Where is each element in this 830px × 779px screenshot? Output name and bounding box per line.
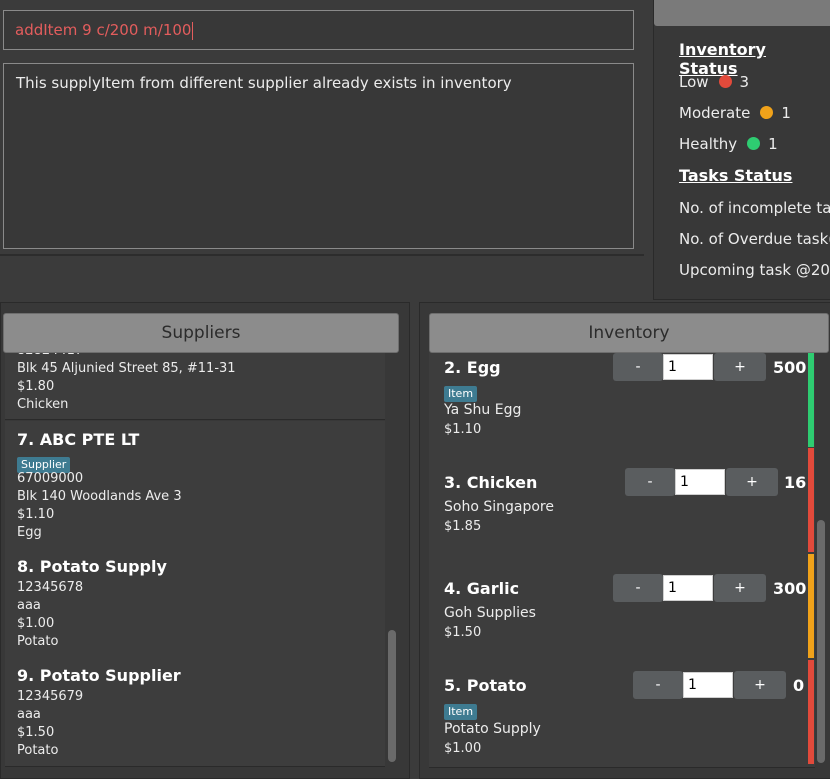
inventory-list[interactable]: 2. Egg Item Ya Shu Egg $1.10 - 1 + 500 3… xyxy=(429,352,815,770)
healthy-status: Healthy 1 xyxy=(679,135,778,153)
list-item[interactable]: 3. Chicken Soho Singapore $1.85 - 1 + 16 xyxy=(429,447,815,554)
item-tag: Item xyxy=(444,704,478,720)
step-input[interactable]: 1 xyxy=(663,575,713,601)
supplier-phone: 67009000 xyxy=(17,471,84,486)
item-price: $1.10 xyxy=(444,422,482,437)
overdue-tasks: No. of Overdue task( xyxy=(679,230,830,248)
supplier-address: aaa xyxy=(17,598,41,613)
tasks-status-title: Tasks Status xyxy=(679,166,793,185)
supplier-item: Potato xyxy=(17,634,59,649)
list-item[interactable]: 82824417 Blk 45 Aljunied Street 85, #11-… xyxy=(5,352,385,420)
supplier-name: 8. Potato Supply xyxy=(17,557,167,576)
moderate-label: Moderate xyxy=(679,104,751,122)
status-bar-low xyxy=(808,448,814,552)
list-item[interactable]: 5. Potato Item Potato Supply $1.00 - 1 +… xyxy=(429,659,815,768)
command-text: addItem 9 c/200 m/100 xyxy=(15,21,192,39)
item-quantity: 0 xyxy=(793,676,805,695)
item-name: 5. Potato xyxy=(444,676,527,695)
item-price: $1.85 xyxy=(444,519,482,534)
list-item[interactable]: 9. Potato Supplier 12345679 aaa $1.50 Po… xyxy=(5,657,385,767)
supplier-price: $1.80 xyxy=(17,379,55,394)
increment-button[interactable]: + xyxy=(714,353,766,381)
supplier-phone: 12345678 xyxy=(17,580,84,595)
status-bar-moderate xyxy=(808,554,814,658)
step-input[interactable]: 1 xyxy=(675,469,725,495)
supplier-price: $1.00 xyxy=(17,616,55,631)
supplier-address: Blk 45 Aljunied Street 85, #11-31 xyxy=(17,361,236,376)
decrement-button[interactable]: - xyxy=(613,574,663,602)
healthy-dot-icon xyxy=(747,137,761,150)
item-price: $1.50 xyxy=(444,625,482,640)
divider xyxy=(0,254,644,256)
moderate-status: Moderate 1 xyxy=(679,104,791,122)
item-supplier: Goh Supplies xyxy=(444,605,536,621)
item-name: 2. Egg xyxy=(444,358,501,377)
incomplete-tasks: No. of incomplete tas xyxy=(679,199,830,217)
list-item[interactable]: 2. Egg Item Ya Shu Egg $1.10 - 1 + 500 xyxy=(429,352,815,448)
step-input[interactable]: 1 xyxy=(663,354,713,380)
item-name: 4. Garlic xyxy=(444,579,520,598)
supplier-item: Potato xyxy=(17,743,59,758)
item-supplier: Ya Shu Egg xyxy=(444,402,522,418)
decrement-button[interactable]: - xyxy=(625,468,675,496)
increment-button[interactable]: + xyxy=(734,671,786,699)
low-count: 3 xyxy=(739,73,750,91)
supplier-address: aaa xyxy=(17,707,41,722)
supplier-name: 7. ABC PTE LT xyxy=(17,430,140,449)
supplier-price: $1.50 xyxy=(17,725,55,740)
item-supplier: Potato Supply xyxy=(444,721,541,737)
supplier-phone: 82824417 xyxy=(17,352,83,360)
moderate-dot-icon xyxy=(760,106,774,119)
list-item[interactable]: 7. ABC PTE LT Supplier 67009000 Blk 140 … xyxy=(5,421,385,549)
list-item[interactable]: 8. Potato Supply 12345678 aaa $1.00 Pota… xyxy=(5,548,385,658)
supplier-address: Blk 140 Woodlands Ave 3 xyxy=(17,489,182,504)
item-name: 3. Chicken xyxy=(444,473,538,492)
item-price: $1.00 xyxy=(444,741,482,756)
moderate-count: 1 xyxy=(781,104,791,122)
inventory-header: Inventory xyxy=(429,313,829,353)
suppliers-scrollbar[interactable] xyxy=(388,630,396,762)
increment-button[interactable]: + xyxy=(714,574,766,602)
command-input[interactable]: addItem 9 c/200 m/100 xyxy=(3,10,634,50)
suppliers-list[interactable]: 82824417 Blk 45 Aljunied Street 85, #11-… xyxy=(5,352,385,770)
item-quantity: 300 xyxy=(773,579,807,598)
inventory-scrollbar[interactable] xyxy=(817,520,825,763)
result-display: This supplyItem from different supplier … xyxy=(3,63,634,249)
item-quantity: 16 xyxy=(784,473,807,492)
list-item[interactable]: 4. Garlic Goh Supplies $1.50 - 1 + 300 xyxy=(429,553,815,660)
supplier-phone: 12345679 xyxy=(17,689,84,704)
text-caret xyxy=(192,21,194,40)
item-supplier: Soho Singapore xyxy=(444,499,554,515)
increment-button[interactable]: + xyxy=(726,468,778,496)
low-dot-icon xyxy=(718,75,732,88)
status-panel-header xyxy=(654,0,830,26)
healthy-count: 1 xyxy=(768,135,778,153)
status-bar-low xyxy=(808,660,814,764)
supplier-item: Egg xyxy=(17,525,42,540)
item-tag: Item xyxy=(444,386,478,402)
low-status: Low 3 xyxy=(679,73,749,91)
supplier-item: Chicken xyxy=(17,397,69,412)
low-label: Low xyxy=(679,73,709,91)
result-text: This supplyItem from different supplier … xyxy=(16,74,512,92)
step-input[interactable]: 1 xyxy=(683,672,733,698)
status-bar-healthy xyxy=(808,352,814,447)
upcoming-task: Upcoming task @202 xyxy=(679,261,830,279)
item-quantity: 500 xyxy=(773,358,807,377)
decrement-button[interactable]: - xyxy=(633,671,683,699)
supplier-price: $1.10 xyxy=(17,507,55,522)
suppliers-header: Suppliers xyxy=(3,313,399,353)
supplier-name: 9. Potato Supplier xyxy=(17,666,181,685)
healthy-label: Healthy xyxy=(679,135,738,153)
decrement-button[interactable]: - xyxy=(613,353,663,381)
